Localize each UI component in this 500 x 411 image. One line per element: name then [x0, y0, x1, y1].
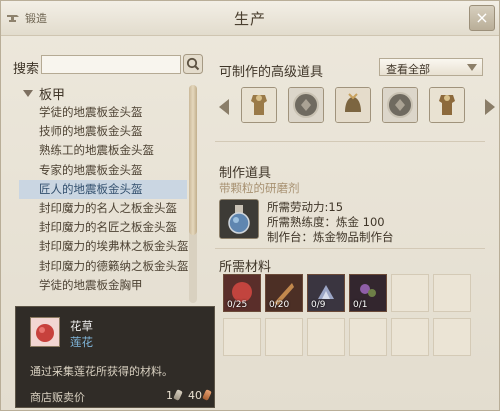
list-item[interactable]: 封印魔力的名匠之板金头盔 — [19, 218, 187, 237]
armor-icon — [430, 88, 464, 122]
crafting-station: 制作台：炼金物品制作台 — [267, 230, 394, 244]
make-item-slot[interactable] — [219, 199, 259, 239]
window-title: 生产 — [233, 10, 266, 28]
carousel-left-arrow-icon[interactable] — [219, 99, 229, 115]
search-input[interactable] — [41, 55, 181, 74]
craftable-slot[interactable] — [429, 87, 465, 123]
list-item[interactable]: 封印魔力的德籁纳之板金头盔 — [19, 257, 189, 276]
material-slot[interactable]: 0/1 — [349, 274, 387, 312]
proficiency-requirement: 所需熟练度：炼金 100 — [267, 215, 385, 229]
price-silver-value: 1 — [166, 389, 173, 402]
list-item[interactable]: 熟练工的地震板金头盔 — [19, 141, 187, 160]
search-icon[interactable] — [183, 54, 203, 74]
craftable-slot[interactable] — [335, 87, 371, 123]
material-slot-empty[interactable] — [223, 318, 261, 356]
material-qty: 0/1 — [353, 300, 368, 310]
list-item[interactable]: 专家的地震板金头盔 — [19, 161, 187, 180]
make-item-name: 带颗粒的研磨剂 — [219, 181, 300, 195]
material-slot-empty[interactable] — [307, 318, 345, 356]
list-scrollbar[interactable] — [189, 85, 197, 303]
scrollbar-thumb[interactable] — [189, 85, 197, 235]
view-filter-value: 查看全部 — [386, 63, 430, 76]
list-item[interactable]: 封印魔力的埃弗林之板金头盔 — [19, 237, 189, 256]
list-item[interactable]: 学徒的地震板金胸甲 — [19, 276, 187, 295]
craftable-slot[interactable] — [382, 87, 418, 123]
tooltip-item-slot — [30, 317, 60, 347]
tooltip-price-label: 商店贩卖价 — [30, 391, 85, 404]
labor-requirement: 所需劳动力:15 — [267, 200, 344, 214]
item-tooltip: 花草 莲花 通过采集莲花所获得的材料。 商店贩卖价 1 40 — [15, 306, 215, 408]
material-qty: 0/20 — [269, 300, 290, 310]
potion-icon — [220, 200, 258, 238]
carousel-right-arrow-icon[interactable] — [485, 99, 495, 115]
recipe-list: 板甲 学徒的地震板金头盔 技师的地震板金头盔 熟练工的地震板金头盔 专家的地震板… — [19, 83, 189, 295]
material-slot-empty[interactable] — [349, 318, 387, 356]
material-qty: 0/9 — [311, 300, 326, 310]
medal-icon — [289, 88, 323, 122]
craftable-slot[interactable] — [288, 87, 324, 123]
tooltip-price-silver: 1 — [166, 389, 183, 402]
list-item[interactable]: 学徒的地震板金头盔 — [19, 103, 187, 122]
material-slot[interactable]: 0/25 — [223, 274, 261, 312]
silver-coin-icon — [173, 389, 183, 401]
chevron-down-icon — [467, 64, 477, 71]
medal-icon — [383, 88, 417, 122]
helmet-icon — [336, 88, 370, 122]
craftable-title: 可制作的高级道具 — [219, 65, 324, 80]
search-label: 搜索 — [13, 62, 40, 77]
category-label: 板甲 — [39, 87, 66, 103]
material-slot-empty[interactable] — [391, 318, 429, 356]
title-bar: 锻造 生产 × — [1, 1, 499, 36]
materials-title: 所需材料 — [219, 260, 272, 275]
material-slot-empty[interactable] — [433, 274, 471, 312]
production-window: 锻造 生产 × 搜索 板甲 学徒的地震板金头盔 技师的地震板金头盔 熟练工的地震… — [0, 0, 500, 411]
material-slot[interactable]: 0/9 — [307, 274, 345, 312]
list-item-selected[interactable]: 匠人的地震板金头盔 — [19, 179, 187, 199]
list-item[interactable]: 技师的地震板金头盔 — [19, 122, 187, 141]
tooltip-description: 通过采集莲花所获得的材料。 — [30, 365, 173, 378]
triangle-down-icon — [23, 89, 33, 97]
material-qty: 0/25 — [227, 300, 248, 310]
make-item-title: 制作道具 — [219, 166, 272, 181]
material-slot-empty[interactable] — [391, 274, 429, 312]
list-item[interactable]: 封印魔力的名人之板金头盔 — [19, 199, 187, 218]
view-filter-dropdown[interactable]: 查看全部 — [379, 58, 483, 76]
price-copper-value: 40 — [188, 389, 202, 402]
material-slot-empty[interactable] — [433, 318, 471, 356]
craftable-slot[interactable] — [241, 87, 277, 123]
divider — [215, 141, 485, 142]
flower-icon — [31, 318, 59, 346]
copper-coin-icon — [202, 389, 212, 401]
materials-grid: 0/25 0/20 0/9 0/1 — [223, 274, 487, 360]
tooltip-item-name: 花草 — [70, 319, 93, 333]
divider — [215, 248, 485, 249]
tooltip-item-subtitle: 莲花 — [70, 335, 93, 349]
tooltip-price-copper: 40 — [188, 389, 212, 402]
material-slot-empty[interactable] — [265, 318, 303, 356]
material-slot[interactable]: 0/20 — [265, 274, 303, 312]
armor-icon — [242, 88, 276, 122]
category-plate-armor[interactable]: 板甲 — [19, 83, 187, 103]
close-button[interactable]: × — [469, 5, 495, 31]
